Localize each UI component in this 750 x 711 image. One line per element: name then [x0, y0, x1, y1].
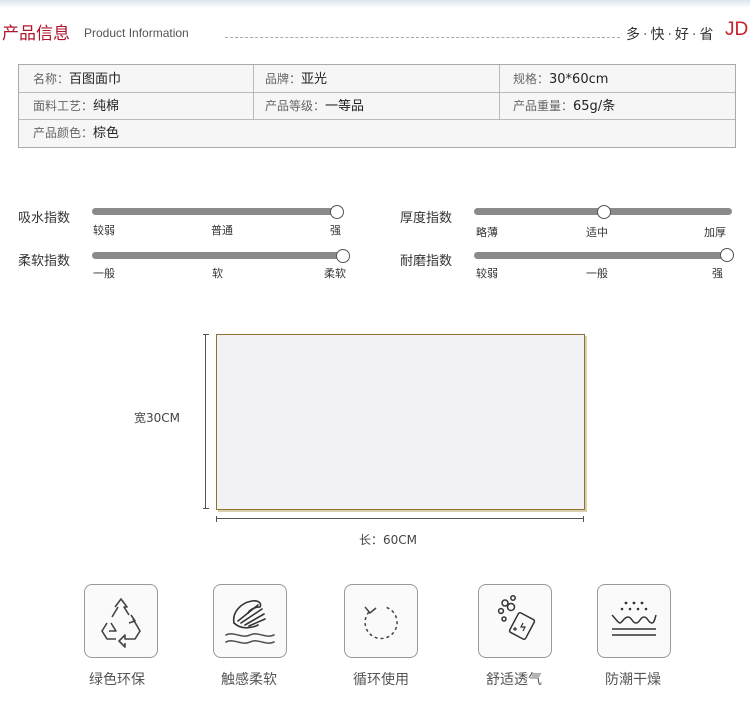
- index-tick: 适中: [586, 226, 608, 239]
- feature-label: 循环使用: [353, 672, 409, 688]
- index-label: 吸水指数: [18, 211, 71, 226]
- feature-label: 触感柔软: [221, 672, 277, 688]
- column-divider: [499, 65, 500, 119]
- slogan: 多 · 快 · 好 · 省: [626, 27, 715, 43]
- jd-logo: JD: [725, 19, 749, 40]
- index-label: 厚度指数: [400, 211, 453, 226]
- moisture-proof-icon: [597, 584, 671, 658]
- top-band: [0, 0, 750, 8]
- info-cell: 产品颜色：棕色: [33, 126, 120, 141]
- column-divider: [253, 65, 254, 119]
- thickness-knob: [597, 205, 611, 219]
- info-cell: 面料工艺：纯棉: [33, 99, 120, 114]
- index-tick: 普通: [211, 224, 233, 237]
- slogan-word: 省: [699, 27, 715, 43]
- info-cell: 产品等级：一等品: [265, 99, 365, 114]
- index-tick: 强: [712, 267, 723, 280]
- absorbency-knob: [330, 205, 344, 219]
- section-title: 产品信息: [2, 24, 70, 44]
- slogan-word: 快: [650, 27, 666, 43]
- index-tick: 强: [330, 224, 341, 237]
- index-tick: 柔软: [324, 267, 346, 280]
- index-tick: 加厚: [704, 226, 726, 239]
- feature-label: 防潮干燥: [605, 672, 661, 688]
- softness-knob: [336, 249, 350, 263]
- feature-label: 绿色环保: [89, 672, 145, 688]
- info-row: 名称：百图面巾 品牌：亚光 规格：30*60cm: [19, 65, 735, 93]
- durability-knob: [720, 248, 734, 262]
- index-tick: 一般: [93, 267, 115, 280]
- width-dimension-line: [203, 334, 209, 509]
- header-divider: [225, 37, 620, 38]
- feature-label: 舒适透气: [486, 672, 542, 688]
- info-cell: 产品重量：65g/条: [513, 99, 616, 114]
- durability-track: [474, 252, 732, 259]
- info-cell: 名称：百图面巾: [33, 72, 122, 87]
- length-dimension-line: [216, 516, 584, 522]
- index-label: 柔软指数: [18, 254, 71, 269]
- info-row: 面料工艺：纯棉 产品等级：一等品 产品重量：65g/条: [19, 92, 735, 120]
- recycle-icon: [84, 584, 158, 658]
- breathable-icon: [478, 584, 552, 658]
- product-info-table: 名称：百图面巾 品牌：亚光 规格：30*60cm 面料工艺：纯棉 产品等级：一等…: [18, 64, 736, 148]
- index-tick: 较弱: [476, 267, 498, 280]
- index-tick: 软: [212, 267, 223, 280]
- width-label: 宽30CM: [134, 411, 181, 425]
- info-row: 产品颜色：棕色: [19, 119, 735, 146]
- slogan-word: 好: [674, 27, 690, 43]
- absorbency-track: [92, 208, 342, 215]
- info-cell: 规格：30*60cm: [513, 72, 609, 87]
- hand-touch-icon: [213, 584, 287, 658]
- slogan-word: 多: [626, 27, 641, 43]
- index-label: 耐磨指数: [400, 254, 453, 269]
- cycle-arrow-icon: [344, 584, 418, 658]
- info-cell: 品牌：亚光: [265, 72, 328, 87]
- index-tick: 略薄: [476, 226, 498, 239]
- towel-illustration: [216, 334, 585, 510]
- index-tick: 较弱: [93, 224, 115, 237]
- section-subtitle: Product Information: [84, 26, 189, 40]
- length-label: 长：60CM: [359, 533, 418, 547]
- softness-track: [92, 252, 348, 259]
- index-tick: 一般: [586, 267, 608, 280]
